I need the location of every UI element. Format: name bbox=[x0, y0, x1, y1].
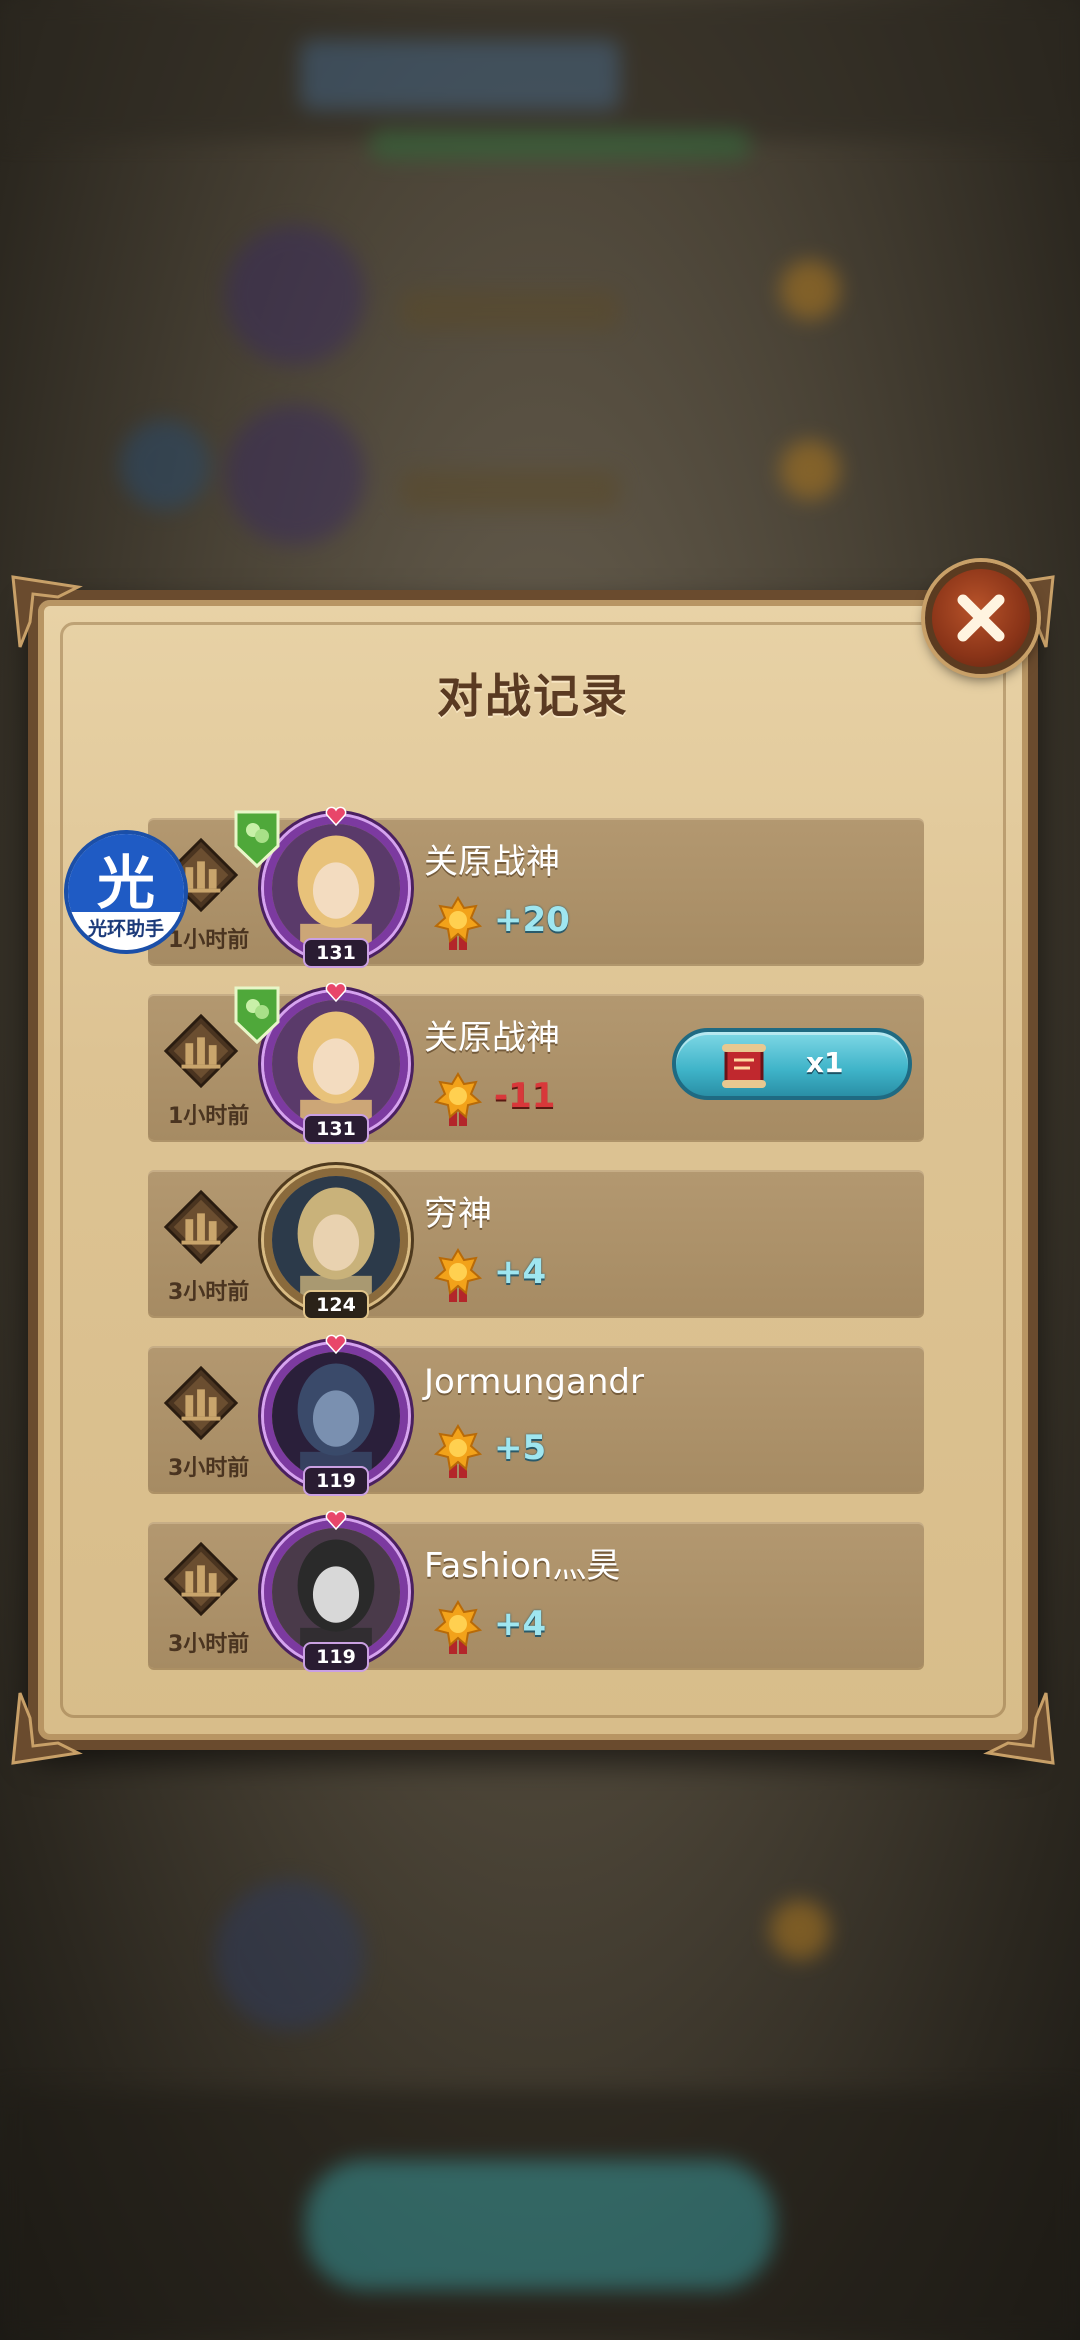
player-avatar[interactable]: 119 bbox=[258, 1334, 414, 1496]
rank-chart-icon bbox=[162, 1364, 240, 1442]
score-change: +5 bbox=[494, 1428, 547, 1468]
avatar-portrait bbox=[272, 1000, 400, 1128]
trophy-medal-icon bbox=[433, 1424, 483, 1478]
player-level: 119 bbox=[303, 1642, 369, 1672]
shield-badge-icon bbox=[234, 810, 280, 869]
battle-record-row[interactable]: 3小时前 119 Jormungandr +5 bbox=[148, 1334, 924, 1496]
player-avatar[interactable]: 124 bbox=[258, 1162, 414, 1320]
battle-record-row[interactable]: 3小时前 124 穷神 +4 bbox=[148, 1168, 924, 1320]
heart-icon bbox=[325, 806, 347, 826]
avatar-portrait bbox=[272, 1176, 400, 1304]
watermark-text: 光环助手 bbox=[87, 918, 164, 940]
avatar-portrait bbox=[272, 1528, 400, 1656]
watermark-badge[interactable]: 光 光环助手 bbox=[64, 830, 188, 954]
score-change: +4 bbox=[494, 1604, 547, 1644]
rank-chart-icon bbox=[162, 1540, 240, 1618]
battle-record-row[interactable]: 1小时前 131 bbox=[148, 806, 924, 968]
player-name: Fashion灬昊 bbox=[424, 1546, 621, 1586]
close-icon bbox=[957, 594, 1005, 642]
scroll-item-icon bbox=[722, 1044, 766, 1088]
reward-item-count: x1 bbox=[806, 1046, 844, 1079]
close-button[interactable] bbox=[925, 562, 1037, 674]
player-name: 关原战神 bbox=[424, 842, 560, 882]
corner-ornament-bottom-left bbox=[8, 1678, 98, 1768]
trophy-medal-icon bbox=[433, 1600, 483, 1654]
player-name: 穷神 bbox=[424, 1194, 492, 1234]
player-level: 131 bbox=[303, 1114, 369, 1144]
player-avatar[interactable]: 119 bbox=[258, 1510, 414, 1672]
battle-record-row[interactable]: 3小时前 119 Fashion灬昊 +4 bbox=[148, 1510, 924, 1672]
player-name: 关原战神 bbox=[424, 1018, 560, 1058]
heart-icon bbox=[325, 1510, 347, 1530]
player-name: Jormungandr bbox=[424, 1362, 644, 1402]
watermark-char: 光 bbox=[96, 849, 155, 917]
score-change: +4 bbox=[494, 1252, 547, 1292]
player-level: 124 bbox=[303, 1290, 369, 1320]
trophy-medal-icon bbox=[433, 1248, 483, 1302]
avatar-portrait bbox=[272, 1352, 400, 1480]
reward-item-button[interactable]: x1 bbox=[672, 1028, 912, 1100]
corner-ornament-top-left bbox=[8, 572, 98, 662]
trophy-medal-icon bbox=[433, 1072, 483, 1126]
heart-icon bbox=[325, 1334, 347, 1354]
player-level: 131 bbox=[303, 938, 369, 968]
shield-badge-icon bbox=[234, 986, 280, 1045]
battle-record-row[interactable]: 1小时前 131 bbox=[148, 982, 924, 1144]
rank-chart-icon bbox=[162, 1188, 240, 1266]
panel-title: 对战记录 bbox=[437, 669, 629, 723]
score-change: +20 bbox=[494, 900, 570, 940]
player-level: 119 bbox=[303, 1466, 369, 1496]
score-change: -11 bbox=[494, 1076, 556, 1116]
corner-ornament-bottom-right bbox=[968, 1678, 1058, 1768]
heart-icon bbox=[325, 982, 347, 1002]
trophy-medal-icon bbox=[433, 896, 483, 950]
avatar-portrait bbox=[272, 824, 400, 952]
rank-chart-icon bbox=[162, 1012, 240, 1090]
